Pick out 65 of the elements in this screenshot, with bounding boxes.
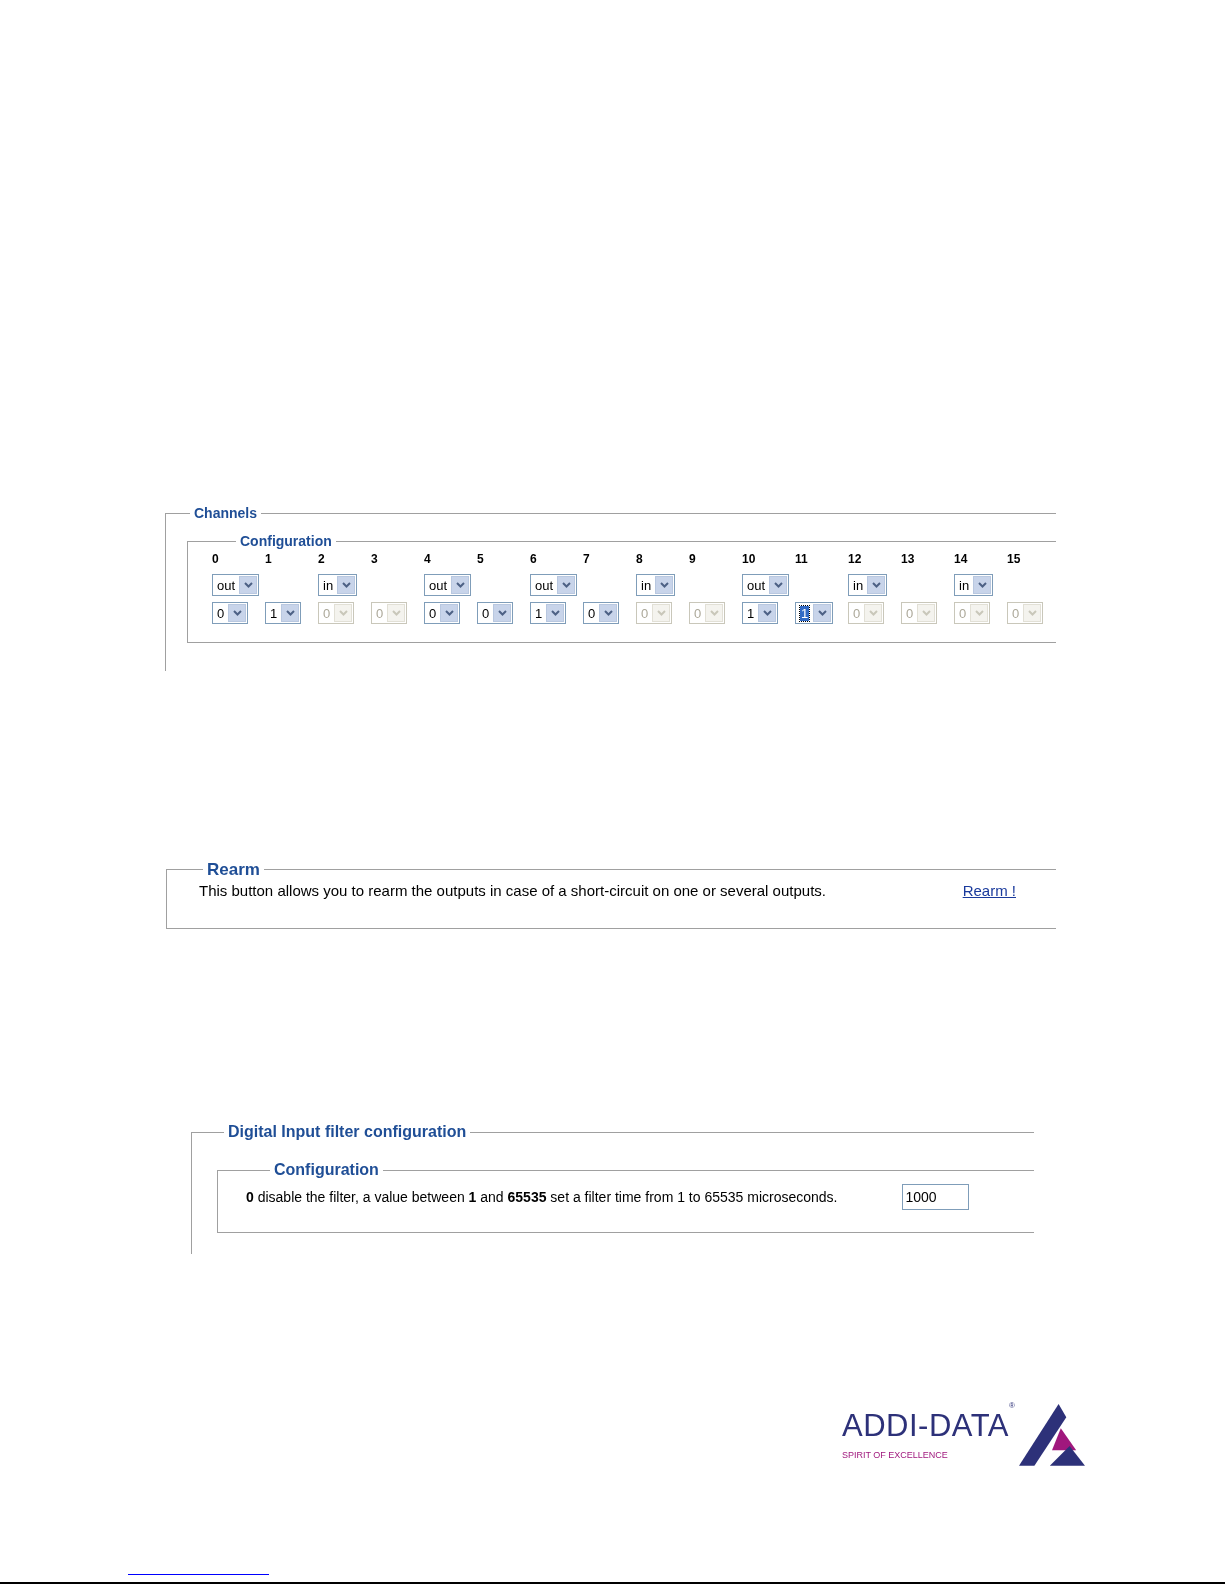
caret-icon [550,610,560,616]
value-select[interactable]: 0 [424,602,461,624]
panel-title: Configuration [239,534,333,548]
direction-select[interactable]: out [742,574,790,596]
caret-icon [232,610,242,616]
value-select[interactable]: 1 [742,602,779,624]
caret-icon [659,582,669,588]
channel-number: 11 [795,551,809,568]
caret-icon [921,610,931,616]
caret-icon [709,610,719,616]
channel-number: 0 [212,551,220,568]
caret-icon [497,610,507,616]
direction-select[interactable]: out [424,574,472,596]
value-select[interactable]: 1 [530,602,567,624]
channel-number: 8 [636,551,644,568]
channel-number: 10 [742,551,757,568]
channel-number: 6 [530,551,538,568]
filter-description: 0 disable the filter, a value between 1 and 65535 set a filter time from 1 to 65535 microseconds. [246,1187,838,1207]
panel-title: Rearm [206,861,261,878]
channel-number: 4 [424,551,432,568]
panel-title: Configuration [273,1162,380,1178]
caret-icon [762,610,772,616]
caret-icon [455,582,465,588]
channel-number: 14 [954,551,969,568]
value-select[interactable]: 1 [795,602,834,624]
rearm-description: This button allows you to rearm the outputs in case of a short-circuit on one or several outputs. [199,881,826,901]
caret-icon [285,610,295,616]
caret-icon [391,610,401,616]
channel-number: 5 [477,551,485,568]
channel-number: 1 [265,551,273,568]
rearm-link[interactable]: Rearm ! [962,880,1016,903]
caret-icon [338,610,348,616]
value-select[interactable]: 0 [583,602,620,624]
caret-icon [871,582,881,588]
panel-title: Digital Input filter configuration [227,1124,468,1140]
panel-title: Channels [193,506,258,520]
filter-time-field[interactable]: 1000 [901,1184,969,1210]
caret-icon [561,582,571,588]
caret-icon [341,582,351,588]
channel-number: 7 [583,551,591,568]
channel-number: 3 [371,551,379,568]
caret-icon [773,582,783,588]
registered-mark: ® [1008,1400,1016,1410]
channel-number: 2 [318,551,326,568]
channel-number: 13 [901,551,916,568]
channel-number: 15 [1007,551,1022,568]
caret-icon [243,582,253,588]
triangle-logo-icon [1019,1404,1086,1468]
value-select[interactable]: 1 [265,602,302,624]
logo-text: ADDI-DATA [842,1407,1009,1443]
caret-icon [603,610,613,616]
logo-tagline: SPIRIT OF EXCELLENCE [842,1448,949,1462]
value-select[interactable]: 0 [477,602,514,624]
caret-icon [868,610,878,616]
caret-icon [1027,610,1037,616]
caret-icon [817,610,827,616]
value-select[interactable]: 0 [212,602,249,624]
channel-number: 9 [689,551,697,568]
direction-select[interactable]: out [530,574,578,596]
caret-icon [974,610,984,616]
caret-icon [977,582,987,588]
channel-number: 12 [848,551,863,568]
direction-select[interactable]: out [212,574,260,596]
caret-icon [444,610,454,616]
caret-icon [656,610,666,616]
